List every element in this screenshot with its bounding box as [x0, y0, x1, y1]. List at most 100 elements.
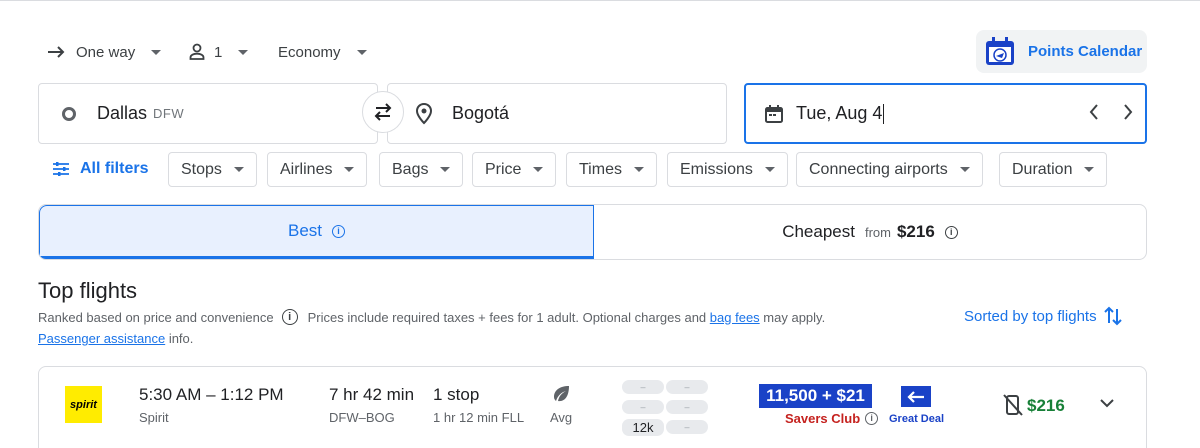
fare-pill: –: [622, 380, 664, 394]
chevron-right-icon[interactable]: [1122, 103, 1134, 121]
chip-label: Emissions: [680, 160, 753, 178]
calendar-icon: [765, 104, 783, 123]
sort-arrows-icon: [1103, 306, 1122, 326]
destination-field[interactable]: Bogotá: [387, 83, 727, 144]
great-deal-arrow-icon: [901, 386, 931, 407]
all-filters-label: All filters: [80, 160, 149, 177]
date-value: Tue, Aug 4: [796, 103, 883, 123]
sort-tabs: Best i Cheapest from $216 i: [38, 204, 1147, 260]
origin-circle-icon: [62, 106, 76, 121]
chevron-down-icon: [533, 167, 544, 172]
tab-cheapest-price: $216: [896, 222, 935, 241]
flight-times: 5:30 AM – 1:12 PM: [139, 385, 284, 404]
info-icon[interactable]: i: [332, 224, 346, 238]
chip-label: Airlines: [280, 160, 333, 178]
destination-city: Bogotá: [452, 103, 510, 123]
info-text: info.: [168, 331, 194, 346]
fare-pill: –: [666, 380, 708, 394]
fare-pill: –: [622, 400, 664, 414]
trip-type-label: One way: [76, 43, 136, 61]
arrow-right-icon: [48, 46, 65, 58]
chevron-down-icon: [959, 167, 970, 172]
ranked-text: Ranked based on price and convenience: [38, 309, 274, 325]
flight-result-card[interactable]: spirit 5:30 AM – 1:12 PM Spirit 7 hr 42 …: [38, 366, 1147, 448]
text-cursor: [883, 103, 885, 124]
chevron-down-icon: [344, 167, 355, 172]
fare-pill: –: [666, 400, 708, 414]
person-icon: [189, 43, 205, 60]
chevron-down-icon: [1084, 167, 1095, 172]
no-phone-icon: [1003, 394, 1023, 416]
calendar-plane-icon: [986, 36, 1014, 65]
filter-sliders-icon: [53, 162, 69, 176]
chevron-down-icon: [633, 167, 644, 172]
results-heading: Top flights: [38, 278, 138, 303]
chevron-down-icon[interactable]: [1099, 397, 1115, 409]
chip-label: Price: [485, 160, 522, 178]
tab-best-label: Best: [287, 221, 323, 240]
assistance-line: Passenger assistance info.: [38, 331, 193, 346]
flight-price: $216: [1027, 396, 1065, 415]
bag-fees-link[interactable]: bag fees: [710, 310, 760, 325]
chip-label: Bags: [392, 160, 429, 178]
emissions-label: Avg: [550, 410, 573, 425]
origin-code: DFW: [153, 106, 185, 121]
tab-cheapest-from: from: [864, 224, 891, 240]
info-icon[interactable]: i: [281, 309, 298, 325]
results-subtext: Ranked based on price and convenience i …: [38, 309, 825, 325]
chip-label: Stops: [181, 160, 222, 178]
filter-chip-price[interactable]: Price: [472, 152, 557, 187]
leaf-icon: [554, 386, 569, 402]
chevron-down-icon: [440, 167, 451, 172]
passengers-select[interactable]: 1: [188, 38, 249, 66]
chip-label: Connecting airports: [809, 160, 948, 178]
chevron-down-icon: [233, 167, 244, 172]
savers-price-badge: 11,500 + $21: [759, 384, 872, 408]
filter-chip-bags[interactable]: Bags: [379, 152, 464, 187]
flight-route: DFW–BOG: [329, 410, 395, 425]
info-icon[interactable]: i: [865, 412, 879, 425]
origin-field[interactable]: Dallas DFW: [38, 83, 378, 144]
prices-text: Prices include required taxes + fees for…: [307, 309, 707, 325]
trip-type-select[interactable]: One way: [46, 38, 162, 66]
flight-stops: 1 stop: [433, 385, 480, 404]
filter-chip-duration[interactable]: Duration: [999, 152, 1108, 187]
chip-label: Times: [579, 160, 622, 178]
passengers-count: 1: [214, 43, 223, 61]
filter-chip-stops[interactable]: Stops: [168, 152, 257, 187]
swap-button[interactable]: [362, 91, 404, 133]
airline-name: Spirit: [139, 410, 169, 425]
passenger-assistance-link[interactable]: Passenger assistance: [38, 331, 165, 346]
tab-best[interactable]: Best i: [39, 205, 594, 259]
filter-chip-times[interactable]: Times: [566, 152, 657, 187]
filter-chip-airlines[interactable]: Airlines: [267, 152, 368, 187]
date-field[interactable]: Tue, Aug 4: [744, 83, 1147, 144]
chevron-down-icon: [238, 49, 249, 55]
tab-cheapest[interactable]: Cheapest from $216 i: [594, 205, 1146, 259]
points-calendar-label: Points Calendar: [1028, 43, 1143, 60]
location-pin-icon: [416, 102, 432, 124]
sort-label: Sorted by top flights: [964, 307, 1097, 325]
chevron-down-icon: [764, 167, 775, 172]
airline-logo: spirit: [65, 386, 102, 423]
flight-layover: 1 hr 12 min FLL: [433, 410, 525, 425]
cabin-select[interactable]: Economy: [278, 38, 367, 66]
logo-text: spirit: [70, 398, 97, 411]
info-icon[interactable]: i: [944, 225, 958, 239]
all-filters-button[interactable]: All filters: [52, 155, 148, 183]
filter-chip-connecting-airports[interactable]: Connecting airports: [796, 152, 983, 187]
points-calendar-button[interactable]: Points Calendar: [976, 30, 1147, 73]
sort-button[interactable]: Sorted by top flights: [964, 305, 1123, 327]
filter-chip-emissions[interactable]: Emissions: [667, 152, 788, 187]
swap-icon: [374, 103, 392, 121]
chevron-down-icon: [151, 49, 162, 55]
savers-club-text: Savers Club: [785, 411, 861, 426]
savers-club-label: Savers Club i: [785, 411, 879, 426]
top-divider: [0, 0, 1200, 1]
tab-cheapest-label: Cheapest: [782, 222, 855, 241]
fare-pill-points: 12k: [622, 419, 664, 436]
fare-pill: –: [666, 420, 708, 434]
chip-label: Duration: [1012, 160, 1073, 178]
chevron-left-icon[interactable]: [1088, 103, 1100, 121]
cabin-label: Economy: [278, 43, 341, 61]
